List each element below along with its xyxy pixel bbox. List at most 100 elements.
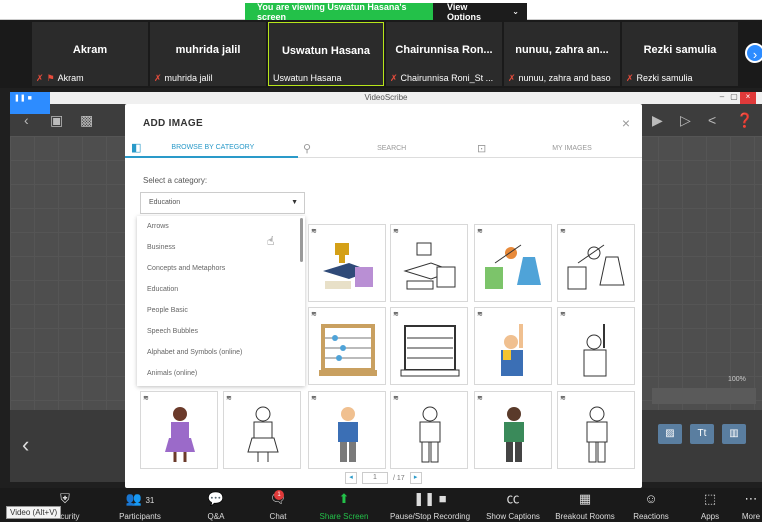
save-icon[interactable]: ▣	[50, 112, 63, 129]
dialog-close-button[interactable]: ×	[622, 115, 630, 131]
recording-label: Pause/Stop Recording	[389, 512, 471, 521]
participant-name: Chairunnisa Ron...	[395, 44, 493, 56]
add-image-icon[interactable]: ▨	[658, 424, 682, 444]
participant-tile-chairunnisa[interactable]: Chairunnisa Ron... ✗ Chairunnisa Roni_St …	[386, 22, 502, 86]
participant-tile-akram[interactable]: Akram ✗ ⚑ Akram	[32, 22, 148, 86]
tab-browse-category[interactable]: ◧ BROWSE BY CATEGORY	[125, 138, 298, 158]
participant-tile-muhrida[interactable]: muhrida jalil ✗ muhrida jalil	[150, 22, 266, 86]
image-thumb-girl-color[interactable]: ≋	[140, 391, 218, 469]
image-thumb-boy-backpack-outline[interactable]: ≋	[557, 391, 635, 469]
category-option[interactable]: Arrows	[137, 216, 305, 237]
play-icon[interactable]: ▶	[652, 112, 663, 129]
page-total: / 17	[393, 474, 405, 482]
image-thumb-student-raising-outline[interactable]: ≋	[557, 307, 635, 385]
recording-button[interactable]: ❚❚ ■ Pause/Stop Recording	[384, 488, 476, 522]
play-next-icon[interactable]: ▷	[680, 112, 691, 129]
caret-down-icon: ▼	[291, 199, 298, 206]
student-raising-hand-outline-icon	[583, 324, 607, 377]
abacus-icon	[319, 324, 377, 376]
qa-button[interactable]: 💬 Q&A	[196, 488, 236, 522]
share-message: You are viewing Uswatun Hasana's screen	[257, 1, 407, 22]
category-option[interactable]: Speech Bubbles	[137, 321, 305, 342]
image-icon[interactable]: ▩	[80, 112, 93, 129]
close-icon[interactable]: ×	[740, 92, 756, 104]
zoom-level: 100%	[728, 376, 746, 383]
category-option[interactable]: Education	[137, 279, 305, 300]
apps-button[interactable]: ⬚ Apps	[692, 488, 728, 522]
share-screen-button[interactable]: ⬆ Share Screen	[314, 488, 374, 522]
tab-my-images[interactable]: ⊡ MY IMAGES	[477, 138, 642, 158]
upload-icon: ⊡	[477, 142, 487, 155]
category-selected-value: Education	[149, 199, 181, 206]
timeline-back-icon[interactable]: ‹	[22, 432, 29, 458]
image-thumb-graduation-outline[interactable]: ≋	[390, 224, 468, 302]
more-button[interactable]: ⋯ More	[740, 488, 762, 522]
image-thumb-girl-outline[interactable]: ≋	[223, 391, 301, 469]
meeting-toolbar: ⛨Security 👥 31Participants 💬Q&A 🗨1Chat ⬆…	[0, 488, 762, 522]
participant-tile-nunuu[interactable]: nunuu, zahra an... ✗ nunuu, zahra and bas…	[504, 22, 620, 86]
window-controls: – ▢ ×	[716, 92, 756, 104]
category-option[interactable]: Business	[137, 237, 305, 258]
chat-button[interactable]: 🗨1Chat	[260, 488, 296, 522]
image-thumb-student-raising-color[interactable]: ≋	[474, 307, 552, 385]
image-thumb-abacus-color[interactable]: ≋	[308, 307, 386, 385]
rainbow-icon: ≋	[477, 395, 483, 402]
share-icon[interactable]: <	[708, 112, 716, 128]
prev-page-button[interactable]: ◂	[345, 472, 357, 484]
page-number-input[interactable]: 1	[362, 472, 388, 484]
science-flask-outline-icon	[567, 244, 625, 290]
help-icon[interactable]: ❓	[736, 112, 753, 129]
back-icon[interactable]: ‹	[24, 112, 29, 128]
smiley-icon: ☺	[644, 491, 658, 506]
more-icon: ⋯	[744, 491, 758, 506]
science-flask-icon	[485, 244, 541, 289]
view-options-label: View Options	[447, 1, 481, 22]
pause-stop-icon: ❚❚ ■	[413, 491, 447, 506]
dropdown-scrollbar[interactable]	[300, 218, 303, 262]
canvas-nav-controls[interactable]	[652, 388, 756, 404]
video-gallery-strip: Akram ✗ ⚑ Akram muhrida jalil ✗ muhrida jal…	[0, 20, 762, 88]
image-thumb-boy-outline[interactable]: ≋	[390, 391, 468, 469]
rainbow-icon: ≋	[393, 311, 399, 318]
category-option[interactable]: Concepts and Metaphors	[137, 258, 305, 279]
tab-search[interactable]: ⚲ SEARCH	[303, 138, 473, 158]
minimize-icon[interactable]: –	[716, 92, 728, 104]
qa-label: Q&A	[207, 512, 225, 521]
dialog-title: ADD IMAGE	[143, 118, 203, 129]
participant-name: Akram	[72, 44, 108, 56]
rainbow-icon: ≋	[311, 311, 317, 318]
category-option[interactable]: Animals (online)	[137, 363, 305, 384]
breakout-rooms-button[interactable]: ▦ Breakout Rooms	[550, 488, 620, 522]
image-thumb-graduation-color[interactable]: ≋	[308, 224, 386, 302]
participant-tile-rezki[interactable]: Rezki samulia ✗ Rezki samulia	[622, 22, 738, 86]
breakout-rooms-label: Breakout Rooms	[555, 512, 615, 521]
add-chart-icon[interactable]: ▥	[722, 424, 746, 444]
captions-label: Show Captions	[486, 512, 540, 521]
chat-unread-badge: 1	[274, 490, 284, 500]
participant-tile-uswatun[interactable]: Uswatun Hasana Uswatun Hasana	[268, 22, 384, 86]
participants-button[interactable]: 👥 31 Participants	[105, 488, 175, 522]
video-tooltip: Video (Alt+V)	[6, 506, 62, 519]
image-thumb-abacus-outline[interactable]: ≋	[390, 307, 468, 385]
boy-standing-outline-icon	[419, 406, 441, 463]
rainbow-icon: ≋	[143, 395, 149, 402]
image-thumb-boy-backpack-color[interactable]: ≋	[474, 391, 552, 469]
rainbow-icon: ≋	[560, 395, 566, 402]
boy-backpack-outline-icon	[586, 406, 608, 463]
maximize-icon[interactable]: ▢	[728, 92, 740, 104]
image-thumb-science-outline[interactable]: ≋	[557, 224, 635, 302]
reactions-button[interactable]: ☺ Reactions	[626, 488, 676, 522]
category-option[interactable]: Alphabet and Symbols (online)	[137, 342, 305, 363]
next-page-button[interactable]: ▸	[409, 472, 422, 484]
image-thumb-science-color[interactable]: ≋	[474, 224, 552, 302]
captions-button[interactable]: ㏄ Show Captions	[482, 488, 544, 522]
hand-cursor-icon: ☝	[267, 234, 275, 248]
category-select[interactable]: Education ▼	[140, 192, 305, 214]
participant-label: ✗ Chairunnisa Roni_St ...	[390, 73, 493, 84]
pause-share-button[interactable]: ❚❚ ■	[10, 92, 50, 114]
category-option[interactable]: People Basic	[137, 300, 305, 321]
image-thumb-boy-color[interactable]: ≋	[308, 391, 386, 469]
add-text-button[interactable]: Tt	[690, 424, 714, 444]
gallery-next-button[interactable]: ›	[745, 43, 762, 63]
view-options-button[interactable]: View Options ⌄	[433, 1, 527, 22]
